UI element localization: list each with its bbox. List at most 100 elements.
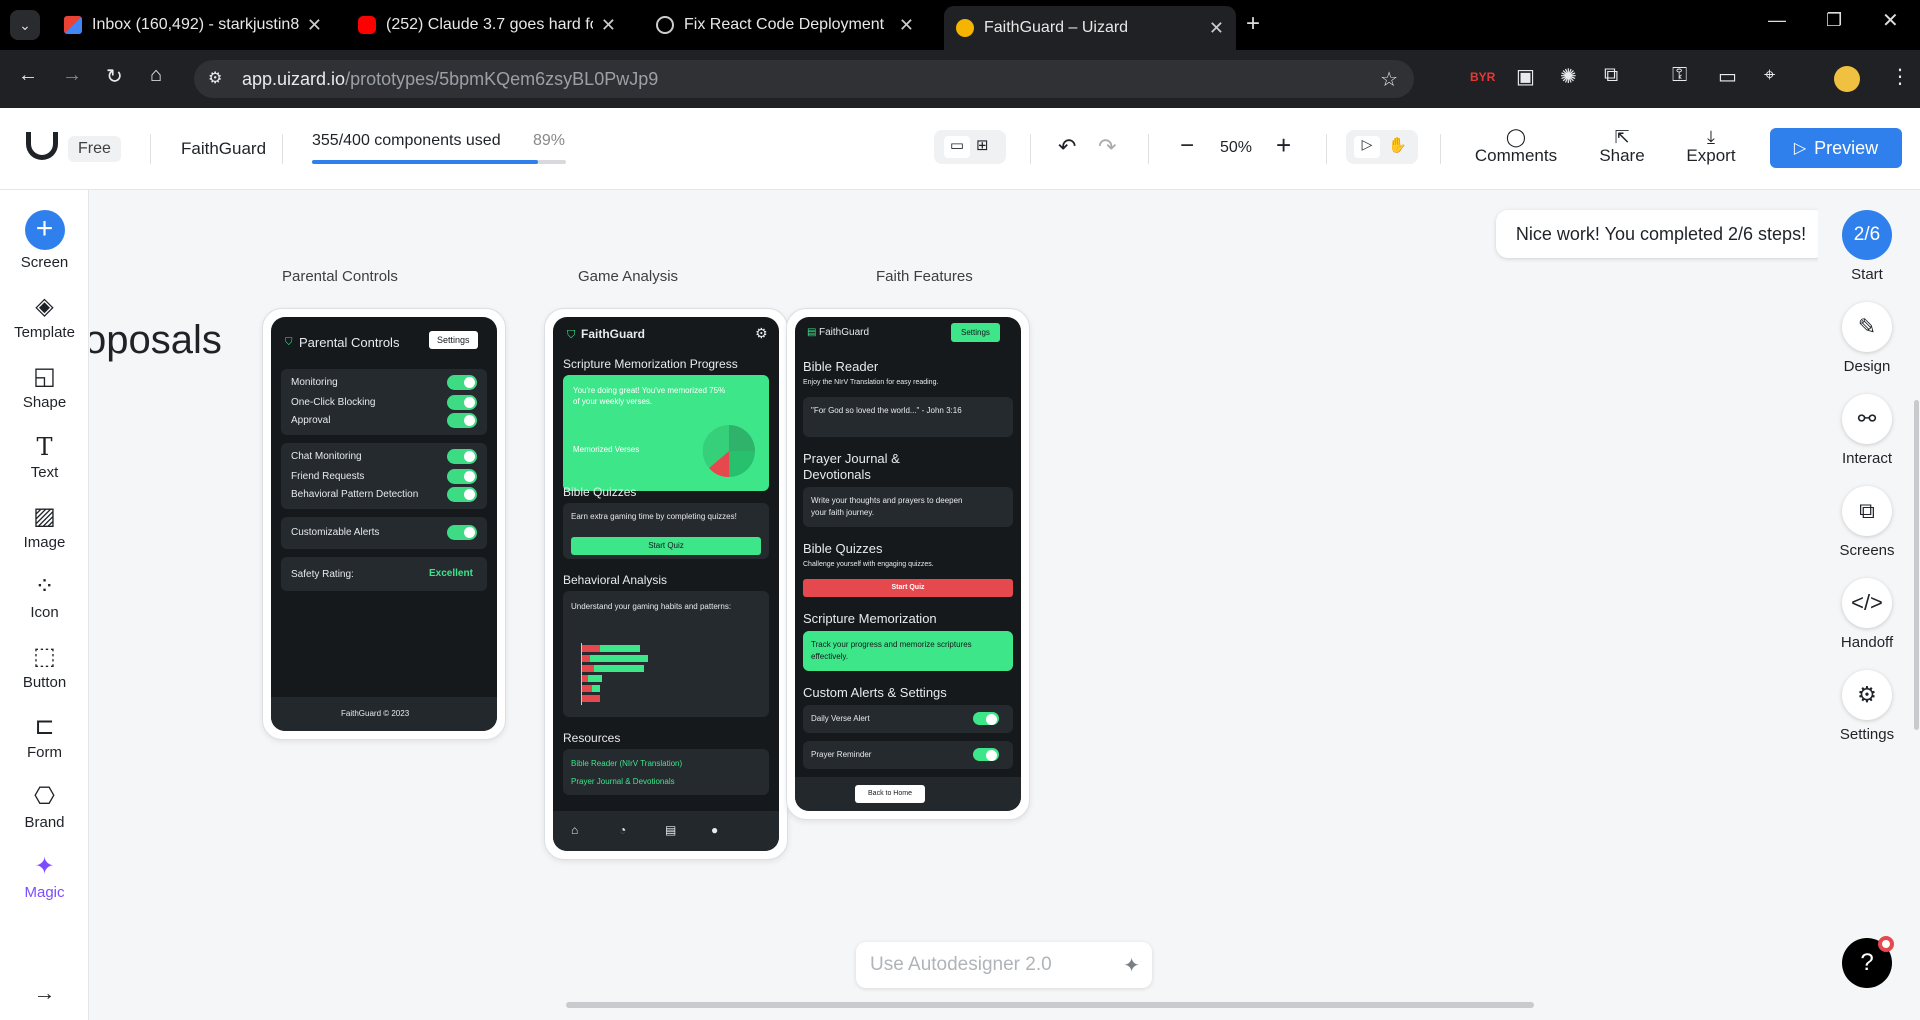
hand-tool-icon[interactable]: ✋ [1388,136,1407,154]
rail-settings[interactable]: ⚙ Settings [1818,670,1916,743]
minimize-button[interactable]: — [1768,10,1786,31]
browser-tab[interactable]: (252) Claude 3.7 goes hard for p✕ [346,8,628,42]
toggle-switch[interactable] [973,712,999,725]
desktop-view-icon[interactable]: ▭ [944,136,970,158]
toggle-switch[interactable] [973,748,999,761]
phone-frame-faith-features[interactable]: ▤ FaithGuard Settings Bible Reader Enjoy… [786,308,1030,820]
extension-icon[interactable]: ✺ [1560,64,1577,89]
shield-icon: ⛉ [567,329,576,341]
frame-label[interactable]: Faith Features [876,268,973,285]
settings-button[interactable]: Settings [429,331,478,349]
password-key-icon[interactable]: ⚿ [1672,64,1687,87]
close-tab-icon[interactable]: ✕ [899,15,914,36]
components-pct: 89% [533,132,566,149]
project-name[interactable]: FaithGuard [181,139,266,159]
card-icon[interactable]: ▭ [1718,64,1737,89]
book-icon[interactable]: ▤ [665,823,676,837]
gear-icon[interactable]: ⚙ [755,325,768,342]
uizard-logo[interactable] [26,132,58,160]
reload-icon[interactable]: ↻ [106,64,123,89]
toggle-switch[interactable] [447,375,477,390]
memorization-card: Track your progress and memorize scriptu… [803,631,1013,671]
zoom-in-icon[interactable]: + [1276,130,1291,161]
zoom-level[interactable]: 50% [1220,139,1252,157]
sidebar-item-image[interactable]: ▨ Image [0,504,89,552]
toggle-switch[interactable] [447,487,477,502]
back-icon[interactable]: ← [18,64,38,87]
sidebar-item-template[interactable]: ◈ Template [0,294,89,342]
select-cursor-icon[interactable]: ▷ [1354,136,1380,158]
expand-sidebar-icon[interactable]: → [0,980,89,1006]
close-tab-icon[interactable]: ✕ [1209,18,1224,39]
openai-icon [656,16,674,34]
address-bar[interactable]: ⚙ app.uizard.io/prototypes/5bpmKQem6zsyB… [194,60,1414,98]
forward-icon[interactable]: → [62,64,82,87]
vertical-scrollbar[interactable] [1914,400,1919,730]
toggle-switch[interactable] [447,469,477,484]
sidebar-item-icon[interactable]: ⁘ Icon [0,574,89,622]
tab-search-button[interactable]: ⌄ [10,10,40,40]
sidebar-item-magic[interactable]: ✦ Magic [0,854,89,902]
help-button[interactable]: ? [1842,936,1894,988]
sidebar-item-button[interactable]: ⬚ Button [0,643,89,692]
comments-button[interactable]: ◯ Comments [1470,128,1562,166]
site-info-icon[interactable]: ⚙ [208,68,222,88]
flow-view-icon[interactable]: ⊞ [976,136,989,154]
start-quiz-button[interactable]: Start Quiz [803,579,1013,597]
horizontal-scrollbar[interactable] [566,1002,1534,1008]
rail-screens[interactable]: ⧉ Screens [1818,486,1916,559]
more-menu-icon[interactable]: ⋮ [1890,64,1910,89]
share-button[interactable]: ⇱ Share [1594,128,1650,166]
home-icon[interactable]: ⌂ [150,64,162,87]
resource-link[interactable]: Bible Reader (NIrV Translation) [571,759,682,768]
toggle-switch[interactable] [447,395,477,410]
browser-tab-active[interactable]: FaithGuard – Uizard ✕ [944,6,1236,50]
autodesigner-input[interactable]: Use Autodesigner 2.0 ✦ [856,942,1152,988]
magic-sparkle-icon[interactable]: ✦ [1123,953,1140,978]
home-icon[interactable]: ⌂ [571,823,578,837]
zoom-out-icon[interactable]: − [1180,132,1194,160]
preview-button[interactable]: ▷ Preview [1770,128,1902,168]
rail-handoff[interactable]: </> Handoff [1818,578,1916,651]
resource-link[interactable]: Prayer Journal & Devotionals [571,777,675,786]
extension-icon[interactable]: BYR [1470,70,1495,84]
frame-label[interactable]: Parental Controls [282,268,398,285]
sidebar-item-brand[interactable]: ⎔ Brand [0,784,89,832]
export-button[interactable]: ⤓ Export [1680,128,1742,166]
close-tab-icon[interactable]: ✕ [601,15,616,36]
toggle-switch[interactable] [447,413,477,428]
rail-interact[interactable]: ⚯ Interact [1818,394,1916,467]
browser-tab[interactable]: Inbox (160,492) - starkjustin87@✕ [52,8,334,42]
browser-tab[interactable]: Fix React Code Deployment ✕ [644,8,926,42]
sidebar-item-form[interactable]: ⊏ Form [0,714,89,762]
profile-avatar[interactable] [1834,66,1860,92]
rail-design[interactable]: ✎ Design [1818,302,1916,375]
new-tab-button[interactable]: + [1246,10,1260,38]
chart-icon[interactable]: ◔ [619,823,626,837]
frame-label[interactable]: Game Analysis [578,268,678,285]
sidebar-item-screen[interactable]: + Screen [0,210,89,271]
back-home-button[interactable]: Back to Home [855,785,925,803]
sidebar-item-text[interactable]: T Text [0,434,89,481]
onboarding-progress[interactable]: 2/6 Start [1818,210,1916,283]
phone-frame-parental-controls[interactable]: ⛉ Parental Controls Settings Monitoring … [262,308,506,740]
close-window-button[interactable]: ✕ [1882,8,1899,33]
extensions-puzzle-icon[interactable]: ⧉ [1604,64,1618,87]
toggle-switch[interactable] [447,525,477,540]
button-cursor-icon: ⬚ [33,643,56,670]
redo-icon[interactable]: ↷ [1098,134,1116,160]
toggle-switch[interactable] [447,449,477,464]
canvas[interactable]: oposals Parental Controls Game Analysis … [90,190,1818,1020]
plan-badge[interactable]: Free [68,136,121,162]
sidebar-item-shape[interactable]: ◱ Shape [0,364,89,412]
restore-button[interactable]: ❐ [1826,10,1842,31]
bookmark-star-icon[interactable]: ☆ [1380,67,1398,92]
extension-icon[interactable]: ▣ [1516,64,1535,89]
settings-button[interactable]: Settings [951,323,1000,342]
undo-icon[interactable]: ↶ [1058,134,1076,160]
location-icon[interactable]: ⌖ [1764,64,1775,87]
phone-frame-game-analysis[interactable]: ⛉ FaithGuard ⚙ Scripture Memorization Pr… [544,308,788,860]
close-tab-icon[interactable]: ✕ [307,15,322,36]
profile-icon[interactable]: ● [711,823,718,837]
start-quiz-button[interactable]: Start Quiz [571,537,761,555]
